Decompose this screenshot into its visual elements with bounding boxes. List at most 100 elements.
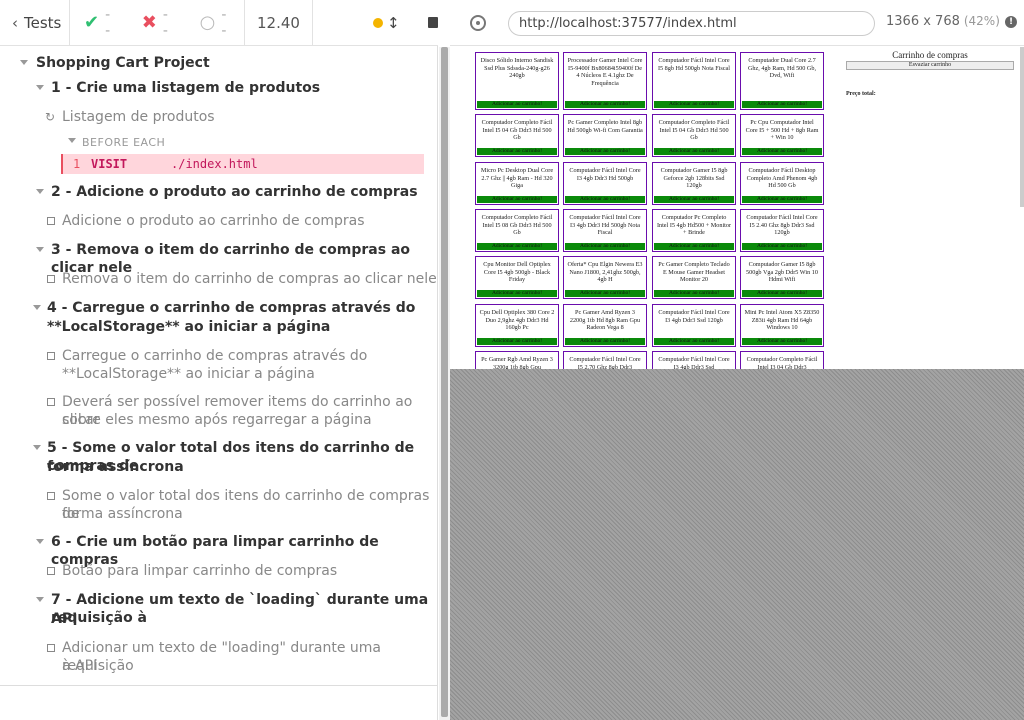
url-bar[interactable]: http://localhost:37577/index.html <box>508 11 875 36</box>
command-row[interactable]: 1 VISIT ./index.html <box>0 154 438 174</box>
caret-down-icon <box>33 305 41 310</box>
add-to-cart-button[interactable]: Adicionar ao carrinho! <box>477 148 557 155</box>
tests-button[interactable]: ‹ Tests <box>0 0 70 45</box>
product-card: Computador Fácil Intel Core I3 4gb Ddr3 … <box>652 304 736 347</box>
product-title: Computador Completo Fácil Intel I5 04 Gb… <box>481 119 553 141</box>
caret-down-icon <box>33 445 41 450</box>
suite-row[interactable]: 7 - Adicione um texto de `loading` duran… <box>0 591 438 639</box>
test-row[interactable]: Adicione o produto ao carrinho de compra… <box>0 212 438 241</box>
suite-row[interactable]: 4 - Carregue o carrinho de compras atrav… <box>0 299 438 347</box>
test-row[interactable]: Some o valor total dos itens do carrinho… <box>0 487 438 533</box>
selector-playground-icon[interactable] <box>470 14 486 31</box>
add-to-cart-button[interactable]: Adicionar ao carrinho! <box>565 196 645 203</box>
suite-title: 2 - Adicione o produto ao carrinho de co… <box>51 184 418 200</box>
add-to-cart-button[interactable]: Adicionar ao carrinho! <box>477 196 557 203</box>
suite-row[interactable]: 3 - Remova o item do carrinho de compras… <box>0 241 438 276</box>
add-to-cart-button[interactable]: Adicionar ao carrinho! <box>477 290 557 297</box>
visit-command[interactable]: 1 VISIT ./index.html <box>61 154 424 174</box>
product-card: Oferta* Cpu Elgin Newera E3 Nano J1800, … <box>563 256 647 299</box>
suite-title-line2: forma assíncrona <box>47 459 184 475</box>
product-card: Computador Gamer I5 8gb Geforce 2gb 128b… <box>652 162 736 205</box>
product-title: Computador Fácil Desktop Completo Amd Ph… <box>746 167 818 189</box>
test-title-line2: forma assíncrona <box>62 506 183 522</box>
product-card: Pc Gamer Completo Teclado E Mouse Gamer … <box>652 256 736 299</box>
add-to-cart-button[interactable]: Adicionar ao carrinho! <box>742 290 822 297</box>
suite-row[interactable]: 1 - Crie uma listagem de produtos <box>0 75 438 104</box>
add-to-cart-button[interactable]: Adicionar ao carrinho! <box>565 243 645 250</box>
test-title: Adicionar um texto de "loading" durante … <box>62 640 381 674</box>
aut-scrollbar[interactable] <box>1020 47 1024 207</box>
add-to-cart-button[interactable]: Adicionar ao carrinho! <box>654 243 734 250</box>
product-card: Cpu Monitor Dell Optiplex Core I5 4gb 50… <box>475 256 559 299</box>
test-row[interactable]: Deverá ser possível remover items do car… <box>0 393 438 439</box>
product-card: Computador Fácil Intel Core I5 2.40 Ghz … <box>740 209 824 252</box>
add-to-cart-button[interactable]: Adicionar ao carrinho! <box>742 338 822 345</box>
checkbox-icon <box>47 644 55 652</box>
product-title: Pc Gamer Completo Intel 8gb Hd 500gb Wi-… <box>567 119 643 134</box>
checkbox-icon <box>47 492 55 500</box>
info-icon[interactable]: ! <box>1005 16 1017 28</box>
reporter-scrollbar[interactable] <box>439 47 450 720</box>
caret-down-icon <box>36 597 44 602</box>
test-row[interactable]: Botão para limpar carrinho de compras <box>0 562 438 591</box>
product-card: Computador Gamer I5 8gb 500gb Vga 2gb Dd… <box>740 256 824 299</box>
add-to-cart-button[interactable]: Adicionar ao carrinho! <box>654 101 734 108</box>
product-card: Mini Pc Intel Atom X5 Z8350 Z83ii 4gb Ra… <box>740 304 824 347</box>
checkbox-icon <box>47 352 55 360</box>
add-to-cart-button[interactable]: Adicionar ao carrinho! <box>654 148 734 155</box>
add-to-cart-button[interactable]: Adicionar ao carrinho! <box>565 101 645 108</box>
add-to-cart-button[interactable]: Adicionar ao carrinho! <box>742 196 822 203</box>
product-card: Cpu Dell Optiplex 380 Core 2 Duo 2,9ghz … <box>475 304 559 347</box>
product-title: Computador Fácil Intel Core I5 2.70 Ghz … <box>569 356 641 369</box>
stop-icon[interactable] <box>427 17 439 28</box>
running-indicator[interactable]: ↕ <box>372 14 400 32</box>
running-spinner-icon: ↻ <box>45 110 56 124</box>
product-title: Computador Completo Fácil Intel I5 04 Gb… <box>658 119 730 141</box>
hook-row[interactable]: BEFORE EACH <box>0 133 438 149</box>
add-to-cart-button[interactable]: Adicionar ao carrinho! <box>477 243 557 250</box>
add-to-cart-button[interactable]: Adicionar ao carrinho! <box>477 101 557 108</box>
passed-count: ✔ -- <box>84 6 111 39</box>
add-to-cart-button[interactable]: Adicionar ao carrinho! <box>742 243 822 250</box>
product-title: Pc Gamer Rgb Amd Ryzen 3 3200g 1tb 8gb G… <box>481 356 553 369</box>
add-to-cart-button[interactable]: Adicionar ao carrinho! <box>654 338 734 345</box>
test-row[interactable]: Carregue o carrinho de compras através d… <box>0 347 438 393</box>
empty-cart-button[interactable]: Esvaziar carrinho <box>846 61 1014 70</box>
suite-row[interactable]: 2 - Adicione o produto ao carrinho de co… <box>0 183 438 212</box>
test-row[interactable]: ↻ Listagem de produtos <box>0 104 438 133</box>
product-card: Computador Fácil Intel Core I5 8gb Hd 50… <box>652 52 736 110</box>
product-title: Processador Gamer Intel Core I5-9400f Bx… <box>567 57 643 87</box>
aut-iframe[interactable]: Disco Sólido Interno Sandisk Ssd Plus Sd… <box>450 47 1024 369</box>
product-title: Computador Fácil Intel Core I5 2.40 Ghz … <box>746 214 818 236</box>
add-to-cart-button[interactable]: Adicionar ao carrinho! <box>565 290 645 297</box>
product-title: Computador Fácil Intel Core I5 8gb Hd 50… <box>657 57 730 72</box>
scrollbar-thumb[interactable] <box>441 47 448 717</box>
add-to-cart-button[interactable]: Adicionar ao carrinho! <box>654 196 734 203</box>
reporter-panel: ‹ Tests ✔ -- ✖ -- ○ -- 12.40 ↕ Shopping … <box>0 0 439 720</box>
spec-row[interactable]: Shopping Cart Project <box>0 51 438 75</box>
chevron-left-icon: ‹ <box>12 13 18 32</box>
command-name: VISIT <box>91 157 128 171</box>
product-card: Computador Fácil Intel Core I5 2.70 Ghz … <box>563 351 647 369</box>
add-to-cart-button[interactable]: Adicionar ao carrinho! <box>742 148 822 155</box>
product-title: Computador Gamer I5 8gb 500gb Vga 2gb Dd… <box>746 261 818 283</box>
suite-row[interactable]: 6 - Crie um botão para limpar carrinho d… <box>0 533 438 568</box>
running-dot-icon <box>372 17 383 28</box>
caret-down-icon <box>36 247 44 252</box>
auto-scroll-icon[interactable]: ↕ <box>387 14 400 32</box>
product-card: Computador Completo Fácil Intel I5 08 Gb… <box>475 209 559 252</box>
test-row[interactable]: Remova o item do carrinho de compras ao … <box>0 270 438 299</box>
product-card: Pc Gamer Completo Intel 8gb Hd 500gb Wi-… <box>563 114 647 157</box>
add-to-cart-button[interactable]: Adicionar ao carrinho! <box>742 101 822 108</box>
test-row[interactable]: Adicionar um texto de "loading" durante … <box>0 639 438 685</box>
add-to-cart-button[interactable]: Adicionar ao carrinho! <box>477 338 557 345</box>
add-to-cart-button[interactable]: Adicionar ao carrinho! <box>565 148 645 155</box>
suite-row[interactable]: 5 - Some o valor total dos itens do carr… <box>0 439 438 487</box>
command-number: 1 <box>73 157 81 171</box>
add-to-cart-button[interactable]: Adicionar ao carrinho! <box>654 290 734 297</box>
product-title: Computador Completo Fácil Intel I3 04 Gb… <box>746 356 818 369</box>
suite-title-line2: **LocalStorage** ao iniciar a página <box>47 319 331 335</box>
viewport-scale: (42%) <box>963 14 1000 28</box>
add-to-cart-button[interactable]: Adicionar ao carrinho! <box>565 338 645 345</box>
product-title: Computador Gamer I5 8gb Geforce 2gb 128b… <box>660 167 728 189</box>
